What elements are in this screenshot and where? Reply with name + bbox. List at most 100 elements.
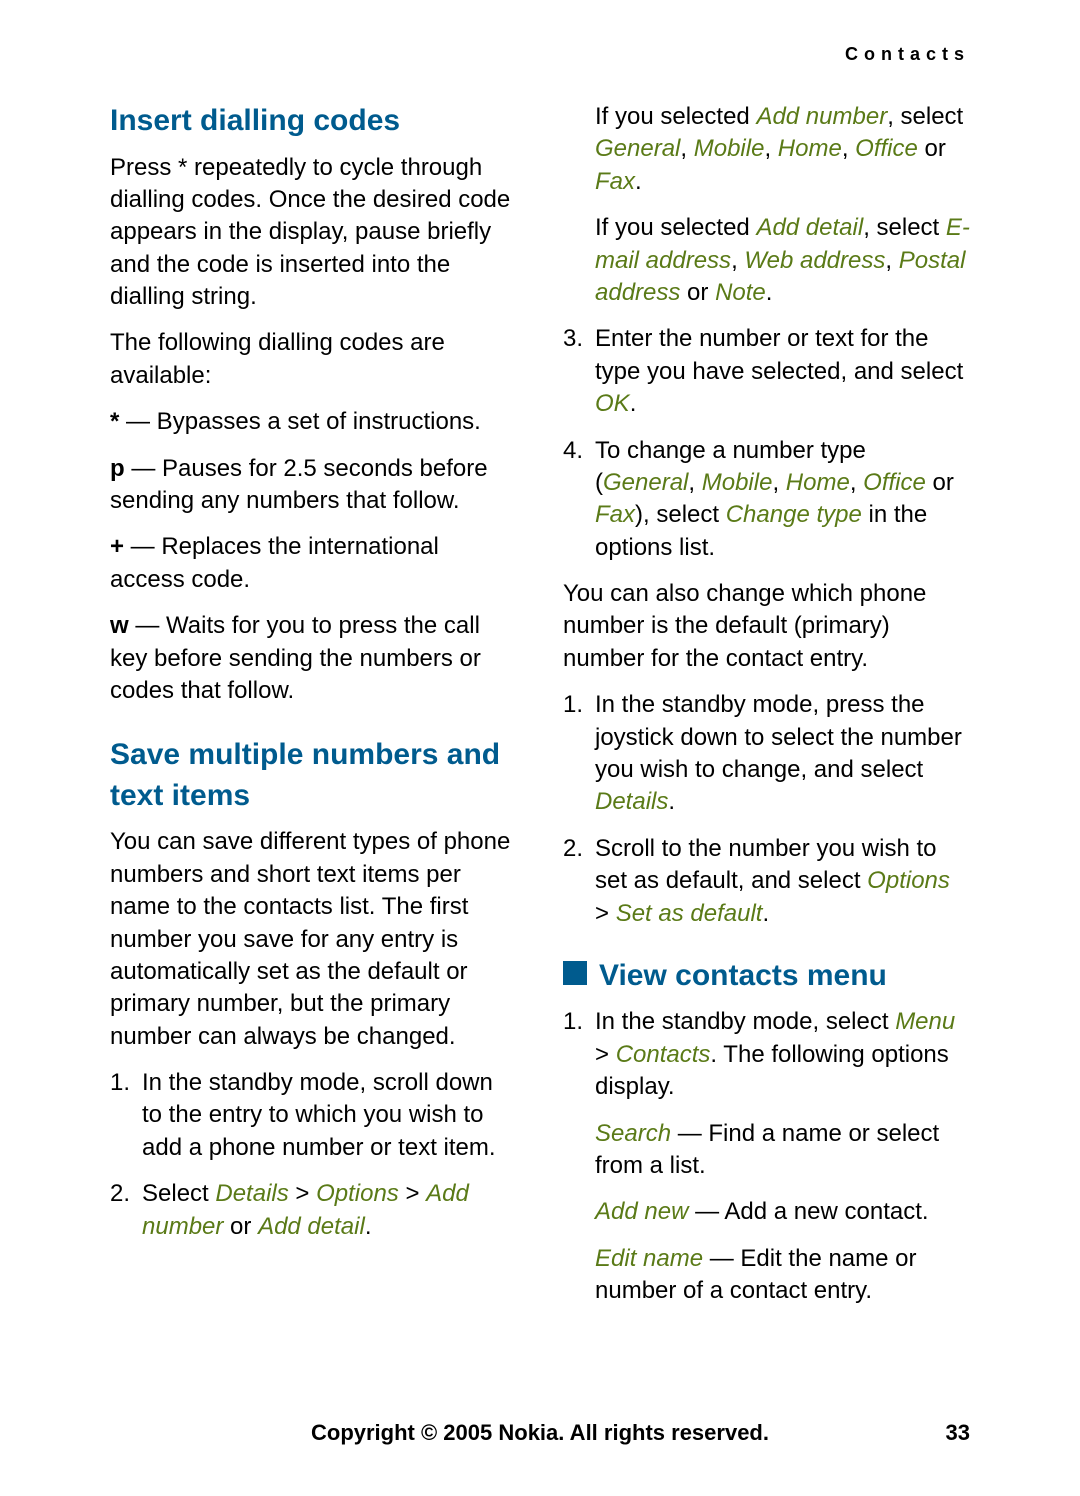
- step4-j: Fax: [595, 501, 635, 528]
- addnum-e: ,: [680, 135, 693, 162]
- heading-view-contacts-menu: View contacts menu: [563, 956, 970, 997]
- step4-l: Change type: [726, 501, 862, 528]
- code-p-desc: — Pauses for 2.5 seconds before sending …: [110, 455, 488, 514]
- save-step-3: Enter the number or text for the type yo…: [563, 323, 970, 420]
- step4-g: ,: [850, 469, 863, 496]
- view-steps-list: In the standby mode, select Menu > Conta…: [563, 1006, 970, 1103]
- addnum-i: ,: [842, 135, 855, 162]
- code-star: * — Bypasses a set of instructions.: [110, 406, 517, 438]
- step4-e: ,: [772, 469, 785, 496]
- step2-options: Options: [316, 1180, 399, 1207]
- section-square-icon: [563, 961, 587, 985]
- d1-details: Details: [595, 788, 668, 815]
- addnum-h: Home: [778, 135, 842, 162]
- adddet-g: ,: [885, 247, 898, 274]
- code-plus-symbol: +: [110, 533, 124, 560]
- adddet-f: Web address: [744, 247, 885, 274]
- code-star-symbol: *: [110, 408, 119, 435]
- addnum-f: Mobile: [694, 135, 765, 162]
- d2-options: Options: [867, 867, 950, 894]
- v1-menu: Menu: [895, 1008, 955, 1035]
- addnew-label: Add new: [595, 1198, 695, 1225]
- step2-add-detail: Add detail: [258, 1213, 365, 1240]
- step2-text-a: Select: [142, 1180, 215, 1207]
- addnum-c: , select: [887, 103, 963, 130]
- adddet-i: or: [680, 279, 715, 306]
- heading-save-multiple: Save multiple numbers and text items: [110, 735, 517, 816]
- two-column-layout: Insert dialling codes Press * repeatedly…: [110, 101, 970, 1322]
- add-detail-block: If you selected Add detail, select E-mai…: [563, 212, 970, 309]
- d2-sep: >: [595, 900, 616, 927]
- v1-sep: >: [595, 1041, 616, 1068]
- step2-or: or: [223, 1213, 258, 1240]
- save-step-1: In the standby mode, scroll down to the …: [110, 1067, 517, 1164]
- save-step-4: To change a number type (General, Mobile…: [563, 435, 970, 565]
- adddet-a: If you selected: [595, 214, 756, 241]
- add-number-block: If you selected Add number, select Gener…: [563, 101, 970, 198]
- save-step-2: Select Details > Options > Add number or…: [110, 1178, 517, 1243]
- addnew-desc: — Add a new contact.: [695, 1198, 928, 1225]
- adddet-j: Note: [715, 279, 766, 306]
- default-step-2: Scroll to the number you wish to set as …: [563, 833, 970, 930]
- default-steps-list: In the standby mode, press the joystick …: [563, 689, 970, 930]
- adddet-k: .: [766, 279, 773, 306]
- save-steps-list: In the standby mode, scroll down to the …: [110, 1067, 517, 1243]
- addnum-j: Office: [855, 135, 918, 162]
- heading-view-contacts-text: View contacts menu: [599, 959, 887, 992]
- step4-h: Office: [863, 469, 926, 496]
- available-paragraph: The following dialling codes are availab…: [110, 327, 517, 392]
- code-plus: + — Replaces the international access co…: [110, 531, 517, 596]
- option-edit-name: Edit name — Edit the name or number of a…: [563, 1243, 970, 1308]
- code-star-desc: — Bypasses a set of instructions.: [119, 408, 481, 435]
- code-w-symbol: w: [110, 612, 129, 639]
- step4-f: Home: [786, 469, 850, 496]
- addnum-g: ,: [764, 135, 777, 162]
- adddet-c: , select: [863, 214, 946, 241]
- addnum-k: or: [918, 135, 946, 162]
- d2-e: .: [762, 900, 769, 927]
- step4-i: or: [926, 469, 954, 496]
- step2-sep2: >: [399, 1180, 426, 1207]
- addnum-b: Add number: [756, 103, 887, 130]
- code-w-desc: — Waits for you to press the call key be…: [110, 612, 481, 704]
- d1-a: In the standby mode, press the joystick …: [595, 691, 962, 783]
- page-footer: Copyright © 2005 Nokia. All rights reser…: [0, 1420, 1080, 1446]
- v1-a: In the standby mode, select: [595, 1008, 895, 1035]
- step2-period: .: [365, 1213, 372, 1240]
- adddet-b: Add detail: [756, 214, 863, 241]
- addnum-m: .: [635, 168, 642, 195]
- addnum-a: If you selected: [595, 103, 756, 130]
- step3-a: Enter the number or text for the type yo…: [595, 325, 963, 384]
- right-column: If you selected Add number, select Gener…: [563, 101, 970, 1322]
- addnum-l: Fax: [595, 168, 635, 195]
- step3-c: .: [630, 390, 637, 417]
- option-search: Search — Find a name or select from a li…: [563, 1118, 970, 1183]
- code-plus-desc: — Replaces the international access code…: [110, 533, 439, 592]
- step4-k: ), select: [635, 501, 726, 528]
- option-add-new: Add new — Add a new contact.: [563, 1196, 970, 1228]
- step2-sep1: >: [289, 1180, 316, 1207]
- step4-b: General: [603, 469, 688, 496]
- search-label: Search: [595, 1120, 671, 1147]
- heading-insert-dialling-codes: Insert dialling codes: [110, 101, 517, 142]
- step4-c: ,: [688, 469, 701, 496]
- view-step-1: In the standby mode, select Menu > Conta…: [563, 1006, 970, 1103]
- default-paragraph: You can also change which phone number i…: [563, 578, 970, 675]
- running-header: Contacts: [110, 44, 970, 65]
- step4-d: Mobile: [702, 469, 773, 496]
- left-column: Insert dialling codes Press * repeatedly…: [110, 101, 517, 1322]
- copyright-text: Copyright © 2005 Nokia. All rights reser…: [311, 1420, 769, 1445]
- page-number: 33: [946, 1420, 970, 1446]
- adddet-e: ,: [731, 247, 744, 274]
- save-steps-continued: Enter the number or text for the type yo…: [563, 323, 970, 564]
- editname-label: Edit name: [595, 1245, 703, 1272]
- save-paragraph: You can save different types of phone nu…: [110, 826, 517, 1053]
- code-p: p — Pauses for 2.5 seconds before sendin…: [110, 453, 517, 518]
- code-p-symbol: p: [110, 455, 125, 482]
- addnum-d: General: [595, 135, 680, 162]
- code-w: w — Waits for you to press the call key …: [110, 610, 517, 707]
- manual-page: Contacts Insert dialling codes Press * r…: [0, 0, 1080, 1496]
- intro-paragraph: Press * repeatedly to cycle through dial…: [110, 152, 517, 314]
- v1-contacts: Contacts: [616, 1041, 711, 1068]
- default-step-1: In the standby mode, press the joystick …: [563, 689, 970, 819]
